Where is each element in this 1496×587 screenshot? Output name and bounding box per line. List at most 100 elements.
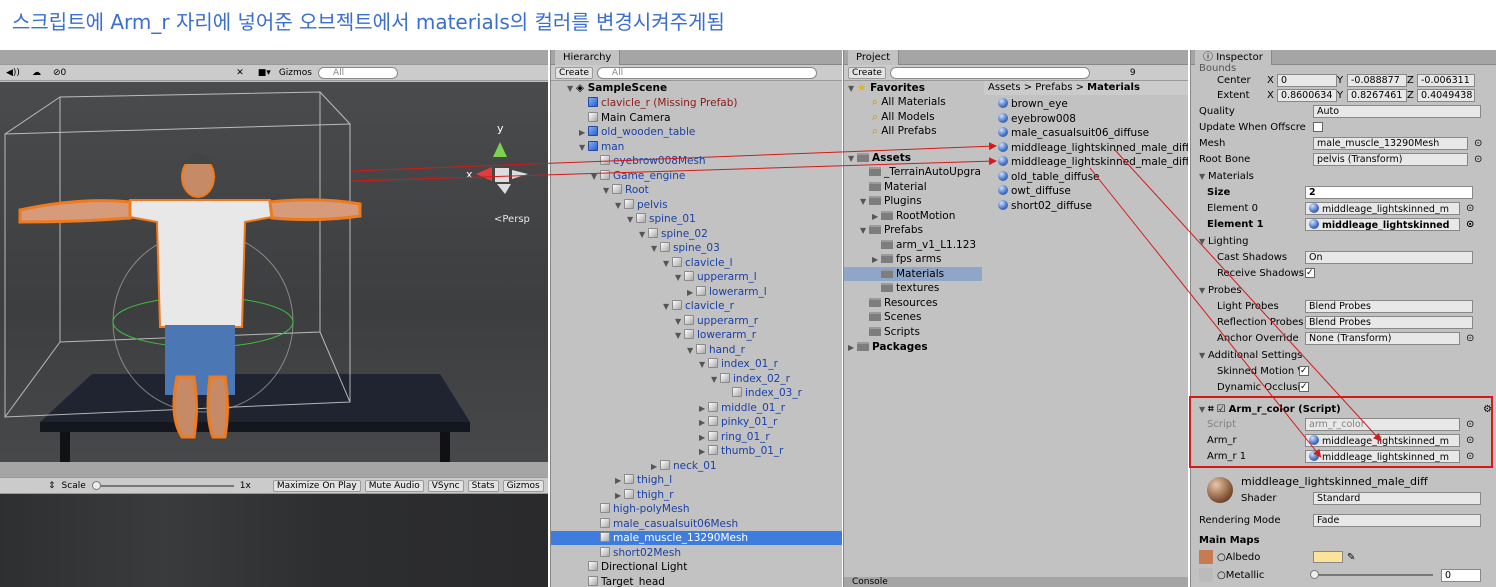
foldout-arrow-icon[interactable]: ▶ xyxy=(615,474,624,488)
hierarchy-item[interactable]: ▶ ring_01_r xyxy=(551,430,842,444)
material-asset-item[interactable]: old_table_diffuse xyxy=(998,170,1188,184)
element1-field[interactable]: middleage_lightskinned xyxy=(1305,217,1460,231)
folder-item[interactable]: Material xyxy=(844,180,982,194)
favorite-item[interactable]: ⌕ All Prefabs xyxy=(872,124,937,138)
hierarchy-item[interactable]: ▼ man xyxy=(551,140,842,154)
foldout-arrow-icon[interactable]: ▶ xyxy=(651,460,660,474)
foldout-arrow-icon[interactable]: ▼ xyxy=(591,170,600,184)
extent-z-field[interactable]: 0.4049438 xyxy=(1417,88,1475,102)
stats-button[interactable]: Stats xyxy=(467,479,499,492)
folder-item[interactable]: Materials xyxy=(844,266,982,281)
hierarchy-item[interactable]: ▼ spine_03 xyxy=(551,241,842,255)
foldout-arrow-icon[interactable]: ▶ xyxy=(872,253,881,266)
hierarchy-item[interactable]: ▶ thigh_l xyxy=(551,473,842,487)
folder-item[interactable]: Resources xyxy=(844,296,982,310)
favorite-item[interactable]: ⌕ All Models xyxy=(872,110,935,124)
foldout-arrow-icon[interactable]: ▼ xyxy=(663,300,672,314)
dynamic-occlusion-checkbox[interactable]: ✓ xyxy=(1299,382,1309,392)
mesh-field[interactable]: male_muscle_13290Mesh xyxy=(1313,136,1468,150)
gizmos-dropdown[interactable]: Gizmos xyxy=(279,68,312,78)
root-bone-field[interactable]: pelvis (Transform) xyxy=(1313,152,1468,166)
breadcrumb-prefabs[interactable]: Prefabs xyxy=(1035,82,1072,93)
hierarchy-item[interactable]: ▼ hand_r xyxy=(551,343,842,357)
foldout-arrow-icon[interactable]: ▼ xyxy=(627,213,636,227)
scene-root-row[interactable]: ▼ ◈ SampleScene xyxy=(567,81,667,95)
foldout-arrow-icon[interactable]: ▼ xyxy=(579,141,588,155)
hierarchy-item[interactable]: ▼ Game_engine xyxy=(551,169,842,183)
hierarchy-item[interactable]: male_casualsuit06Mesh xyxy=(551,517,842,531)
hierarchy-item[interactable]: ▼ spine_01 xyxy=(551,212,842,226)
foldout-arrow-icon[interactable]: ▼ xyxy=(675,271,684,285)
breadcrumb-materials[interactable]: Materials xyxy=(1087,82,1140,93)
extent-x-field[interactable]: 0.8600634 xyxy=(1277,88,1337,102)
additional-settings-foldout[interactable]: ▼ Additional Settings xyxy=(1199,347,1492,363)
tools-icon[interactable]: ✕ xyxy=(236,68,244,78)
game-gizmos-button[interactable]: Gizmos xyxy=(502,479,544,492)
hierarchy-item[interactable]: ▼ spine_02 xyxy=(551,227,842,241)
maximize-on-play-button[interactable]: Maximize On Play xyxy=(272,479,361,492)
foldout-arrow-icon[interactable]: ▼ xyxy=(675,315,684,329)
foldout-arrow-icon[interactable]: ▶ xyxy=(579,126,588,140)
foldout-arrow-icon[interactable]: ▼ xyxy=(615,199,624,213)
foldout-arrow-icon[interactable]: ▶ xyxy=(699,445,708,459)
aspect-dropdown-icon[interactable]: ⇕ xyxy=(48,481,56,491)
hierarchy-item[interactable]: ▼ lowerarm_r xyxy=(551,328,842,342)
foldout-arrow-icon[interactable]: ▶ xyxy=(699,431,708,445)
console-tab[interactable]: Console xyxy=(844,577,1188,587)
hierarchy-item[interactable]: ▶ neck_01 xyxy=(551,459,842,473)
hierarchy-item[interactable]: ▶ middle_01_r xyxy=(551,401,842,415)
metallic-texture-slot[interactable] xyxy=(1199,568,1213,582)
favorite-item[interactable]: ⌕ All Materials xyxy=(872,95,946,109)
folder-item[interactable]: arm_v1_L1.123 xyxy=(844,238,982,252)
rendering-mode-dropdown[interactable]: Fade xyxy=(1313,513,1481,527)
folder-item[interactable]: ▶ RootMotion xyxy=(844,209,982,223)
camera-dropdown[interactable]: ■▾ xyxy=(258,68,271,78)
hierarchy-item[interactable]: Main Camera xyxy=(551,111,842,125)
eye-count[interactable]: 9 xyxy=(1130,68,1136,78)
size-field[interactable]: 2 xyxy=(1305,185,1473,199)
center-x-field[interactable]: 0 xyxy=(1277,73,1337,87)
breadcrumb-assets[interactable]: Assets xyxy=(988,82,1021,93)
hierarchy-item[interactable]: ▶ thumb_01_r xyxy=(551,444,842,458)
tab-project[interactable]: Project xyxy=(848,50,900,65)
element0-field[interactable]: middleage_lightskinned_m xyxy=(1305,201,1460,215)
folder-item[interactable]: _TerrainAutoUpgra xyxy=(844,165,982,179)
foldout-arrow-icon[interactable]: ▶ xyxy=(699,402,708,416)
material-asset-item[interactable]: owt_diffuse xyxy=(998,184,1188,198)
hierarchy-item[interactable]: ▼ pelvis xyxy=(551,198,842,212)
hidden-objects-count[interactable]: ⊘0 xyxy=(53,68,66,78)
foldout-arrow-icon[interactable]: ▶ xyxy=(699,416,708,430)
foldout-arrow-icon[interactable]: ▶ xyxy=(615,489,624,503)
hierarchy-item[interactable]: ▼ index_01_r xyxy=(551,357,842,371)
material-asset-item[interactable]: male_casualsuit06_diffuse xyxy=(998,126,1188,140)
hierarchy-item[interactable]: ▶ thigh_r xyxy=(551,488,842,502)
hierarchy-item[interactable]: ▼ Root xyxy=(551,183,842,197)
center-z-field[interactable]: -0.006311 xyxy=(1417,73,1475,87)
foldout-arrow-icon[interactable]: ▼ xyxy=(860,195,869,208)
update-offscreen-checkbox[interactable] xyxy=(1313,122,1323,132)
hierarchy-item[interactable]: ▶ old_wooden_table xyxy=(551,125,842,139)
hierarchy-item[interactable]: male_muscle_13290Mesh xyxy=(551,531,842,545)
hierarchy-item[interactable]: clavicle_r (Missing Prefab) xyxy=(551,96,842,110)
folder-item[interactable]: ▼ Plugins xyxy=(844,194,982,208)
project-search-input[interactable] xyxy=(889,66,1090,79)
metallic-value-field[interactable]: 0 xyxy=(1441,568,1481,582)
folder-item[interactable]: textures xyxy=(844,281,982,295)
assets-header[interactable]: ▼ Assets xyxy=(848,151,911,165)
hierarchy-item[interactable]: short02Mesh xyxy=(551,546,842,560)
hierarchy-item[interactable]: index_03_r xyxy=(551,386,842,400)
packages-header[interactable]: ▶ Packages xyxy=(848,340,928,354)
hierarchy-item[interactable]: ▼ upperarm_r xyxy=(551,314,842,328)
lighting-foldout[interactable]: ▼ Lighting xyxy=(1199,233,1492,249)
hierarchy-item[interactable]: ▼ clavicle_r xyxy=(551,299,842,313)
foldout-arrow-icon[interactable]: ▼ xyxy=(651,242,660,256)
material-asset-item[interactable]: middleage_lightskinned_male_diff xyxy=(998,141,1188,155)
center-y-field[interactable]: -0.088877 xyxy=(1347,73,1407,87)
hierarchy-item[interactable]: ▼ index_02_r xyxy=(551,372,842,386)
extent-y-field[interactable]: 0.8267461 xyxy=(1347,88,1407,102)
hierarchy-item[interactable]: ▶ lowerarm_l xyxy=(551,285,842,299)
persp-label[interactable]: <Persp xyxy=(494,214,530,225)
cast-shadows-dropdown[interactable]: On xyxy=(1305,250,1473,264)
anchor-override-field[interactable]: None (Transform) xyxy=(1305,331,1460,345)
hierarchy-item[interactable]: eyebrow008Mesh xyxy=(551,154,842,168)
